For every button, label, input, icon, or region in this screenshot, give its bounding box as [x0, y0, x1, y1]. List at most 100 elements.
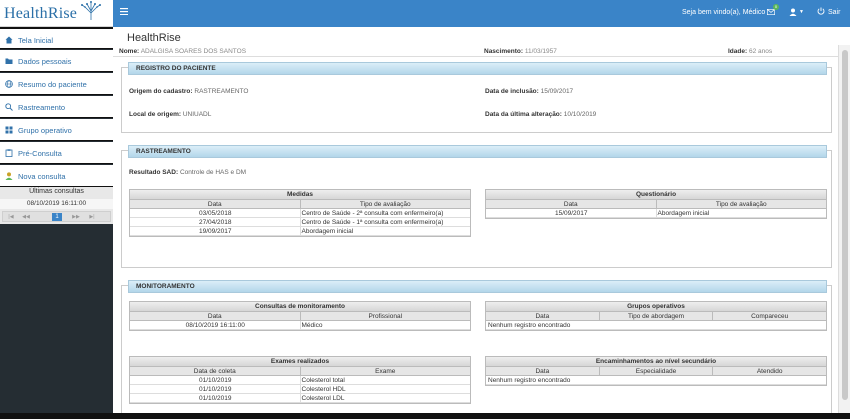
table-header: Data Tipo de avaliação [486, 200, 826, 209]
inclusion-date-field: Data de inclusão: 15/09/2017 [485, 88, 574, 95]
patient-info-bar: Nome: ADALGISA SOARES DOS SANTOS Nascime… [113, 45, 838, 57]
home-icon [5, 36, 13, 44]
sidebar-item-label: Pré-Consulta [18, 149, 62, 158]
column-header[interactable]: Compareceu [713, 312, 826, 320]
mail-icon[interactable] [767, 9, 775, 15]
page-title: HealthRise [127, 32, 181, 44]
table-header: Data Tipo de avaliação [130, 200, 470, 209]
sidebar-item-dados-pessoais[interactable]: Dados pessoais [0, 50, 113, 72]
table-row[interactable]: 01/10/2019 Colesterol HDL [130, 385, 470, 394]
menu-toggle-icon[interactable] [120, 8, 128, 15]
origin-field: Origem do cadastro: RASTREAMENTO [129, 88, 249, 95]
globe-icon [5, 80, 13, 88]
column-header[interactable]: Data [486, 312, 600, 320]
empty-message: Nenhum registro encontrado [486, 321, 826, 330]
sidebar-item-label: Rastreamento [18, 103, 66, 112]
table-title: Consultas de monitoramento [130, 302, 470, 312]
table-row[interactable]: 01/10/2019 Colesterol LDL [130, 394, 470, 403]
logout-link[interactable]: Sair [828, 9, 840, 16]
column-header[interactable]: Tipo de avaliação [657, 200, 827, 208]
table-header: Data de coleta Exame [130, 367, 470, 376]
table-title: Encaminhamentos ao nível secundário [486, 357, 826, 367]
sidebar-item-label: Dados pessoais [18, 57, 72, 66]
sidebar-item-label: Resumo do paciente [18, 80, 87, 89]
exams-table: Exames realizados Data de coleta Exame 0… [129, 356, 471, 404]
table-row[interactable]: 03/05/2018 Centro de Saúde - 2ª consulta … [130, 209, 470, 218]
monitoring-consults-table: Consultas de monitoramento Data Profissi… [129, 301, 471, 331]
panel-heading: RASTREAMENTO [128, 145, 827, 158]
table-title: Exames realizados [130, 357, 470, 367]
column-header[interactable]: Data [130, 312, 301, 320]
table-title: Questionário [486, 190, 826, 200]
welcome-text: Seja bem vindo(a), Médico [682, 9, 766, 16]
pager-last-button[interactable]: ▶| [87, 213, 97, 221]
questionnaire-table: Questionário Data Tipo de avaliação 15/0… [485, 189, 827, 219]
last-consult-row[interactable]: 08/10/2019 16:11:00 [0, 199, 113, 209]
pager-current-page[interactable]: 1 [52, 213, 62, 221]
clipboard-icon [5, 149, 13, 157]
table-row[interactable]: 08/10/2019 16:11:00 Médico [130, 321, 470, 330]
table-row[interactable]: 19/09/2017 Abordagem inicial [130, 227, 470, 236]
column-header[interactable]: Especialidade [600, 367, 714, 375]
sidebar-item-pre-consulta[interactable]: Pré-Consulta [0, 142, 113, 164]
monitoring-panel: MONITORAMENTO Consultas de monitoramento… [121, 280, 832, 419]
sad-result-field: Resultado SAD: Controle de HAS e DM [129, 169, 247, 176]
column-header[interactable]: Data [130, 200, 301, 208]
column-header[interactable]: Profissional [301, 312, 471, 320]
sidebar-item-label: Nova consulta [18, 172, 66, 181]
table-header: Data Profissional [130, 312, 470, 321]
pager-prev-button[interactable]: ◀◀ [21, 213, 31, 221]
user-icon [5, 172, 13, 180]
user-icon[interactable] [789, 8, 797, 16]
pager: |◀ ◀◀ 1 ▶▶ ▶| [2, 211, 111, 222]
grid-icon [5, 126, 13, 134]
origin-location-field: Local de origem: UNIUADL [129, 111, 212, 118]
column-header[interactable]: Data de coleta [130, 367, 301, 375]
panel-heading: MONITORAMENTO [128, 280, 827, 293]
table-title: Grupos operativos [486, 302, 826, 312]
sidebar-item-tela-inicial[interactable]: Tela Inicial [0, 27, 113, 49]
column-header[interactable]: Exame [301, 367, 471, 375]
mail-count-badge: 0 [773, 4, 779, 10]
sidebar-item-grupo-operativo[interactable]: Grupo operativo [0, 119, 113, 141]
sidebar-item-resumo-paciente[interactable]: Resumo do paciente [0, 73, 113, 95]
sidebar: Tela Inicial Dados pessoais Resumo do pa… [0, 27, 113, 419]
pager-first-button[interactable]: |◀ [6, 213, 16, 221]
referrals-table: Encaminhamentos ao nível secundário Data… [485, 356, 827, 386]
power-icon[interactable] [817, 7, 825, 15]
table-row[interactable]: 15/09/2017 Abordagem inicial [486, 209, 826, 218]
table-header: Data Especialidade Atendido [486, 367, 826, 376]
brand-logo[interactable]: HealthRise [4, 5, 77, 23]
measures-table: Medidas Data Tipo de avaliação 03/05/201… [129, 189, 471, 237]
last-change-date-field: Data da última alteração: 10/10/2019 [485, 111, 597, 118]
folder-icon [5, 58, 13, 64]
tree-logo-icon [81, 1, 101, 20]
logo-area: HealthRise [0, 0, 113, 27]
top-navbar: Seja bem vindo(a), Médico 0 ▼ Sair [113, 0, 850, 27]
sidebar-item-label: Tela Inicial [18, 36, 54, 45]
column-header[interactable]: Tipo de abordagem [600, 312, 714, 320]
table-row[interactable]: 27/04/2018 Centro de Saúde - 1ª consulta … [130, 218, 470, 227]
patient-registration-panel: REGISTRO DO PACIENTE Origem do cadastro:… [121, 62, 832, 133]
screening-panel: RASTREAMENTO Resultado SAD: Controle de … [121, 145, 832, 268]
last-consults-panel: Últimas consultas 08/10/2019 16:11:00 |◀… [0, 187, 113, 224]
user-dropdown-caret[interactable]: ▼ [799, 9, 804, 15]
empty-message: Nenhum registro encontrado [486, 376, 826, 385]
sidebar-item-rastreamento[interactable]: Rastreamento [0, 96, 113, 118]
pager-next-button[interactable]: ▶▶ [71, 213, 81, 221]
column-header[interactable]: Atendido [713, 367, 826, 375]
vertical-scrollbar[interactable] [838, 45, 850, 419]
table-row[interactable]: 01/10/2019 Colesterol total [130, 376, 470, 385]
column-header[interactable]: Data [486, 367, 600, 375]
table-header: Data Tipo de abordagem Compareceu [486, 312, 826, 321]
patient-name: Nome: ADALGISA SOARES DOS SANTOS [119, 48, 247, 55]
column-header[interactable]: Data [486, 200, 657, 208]
patient-birth: Nascimento: 11/03/1957 [484, 48, 557, 55]
sidebar-item-nova-consulta[interactable]: Nova consulta [0, 165, 113, 187]
window-bottom-edge [0, 413, 850, 419]
scrollbar-thumb[interactable] [842, 50, 848, 400]
last-consults-title: Últimas consultas [29, 188, 84, 195]
operative-groups-table: Grupos operativos Data Tipo de abordagem… [485, 301, 827, 331]
search-icon [5, 103, 13, 111]
column-header[interactable]: Tipo de avaliação [301, 200, 471, 208]
